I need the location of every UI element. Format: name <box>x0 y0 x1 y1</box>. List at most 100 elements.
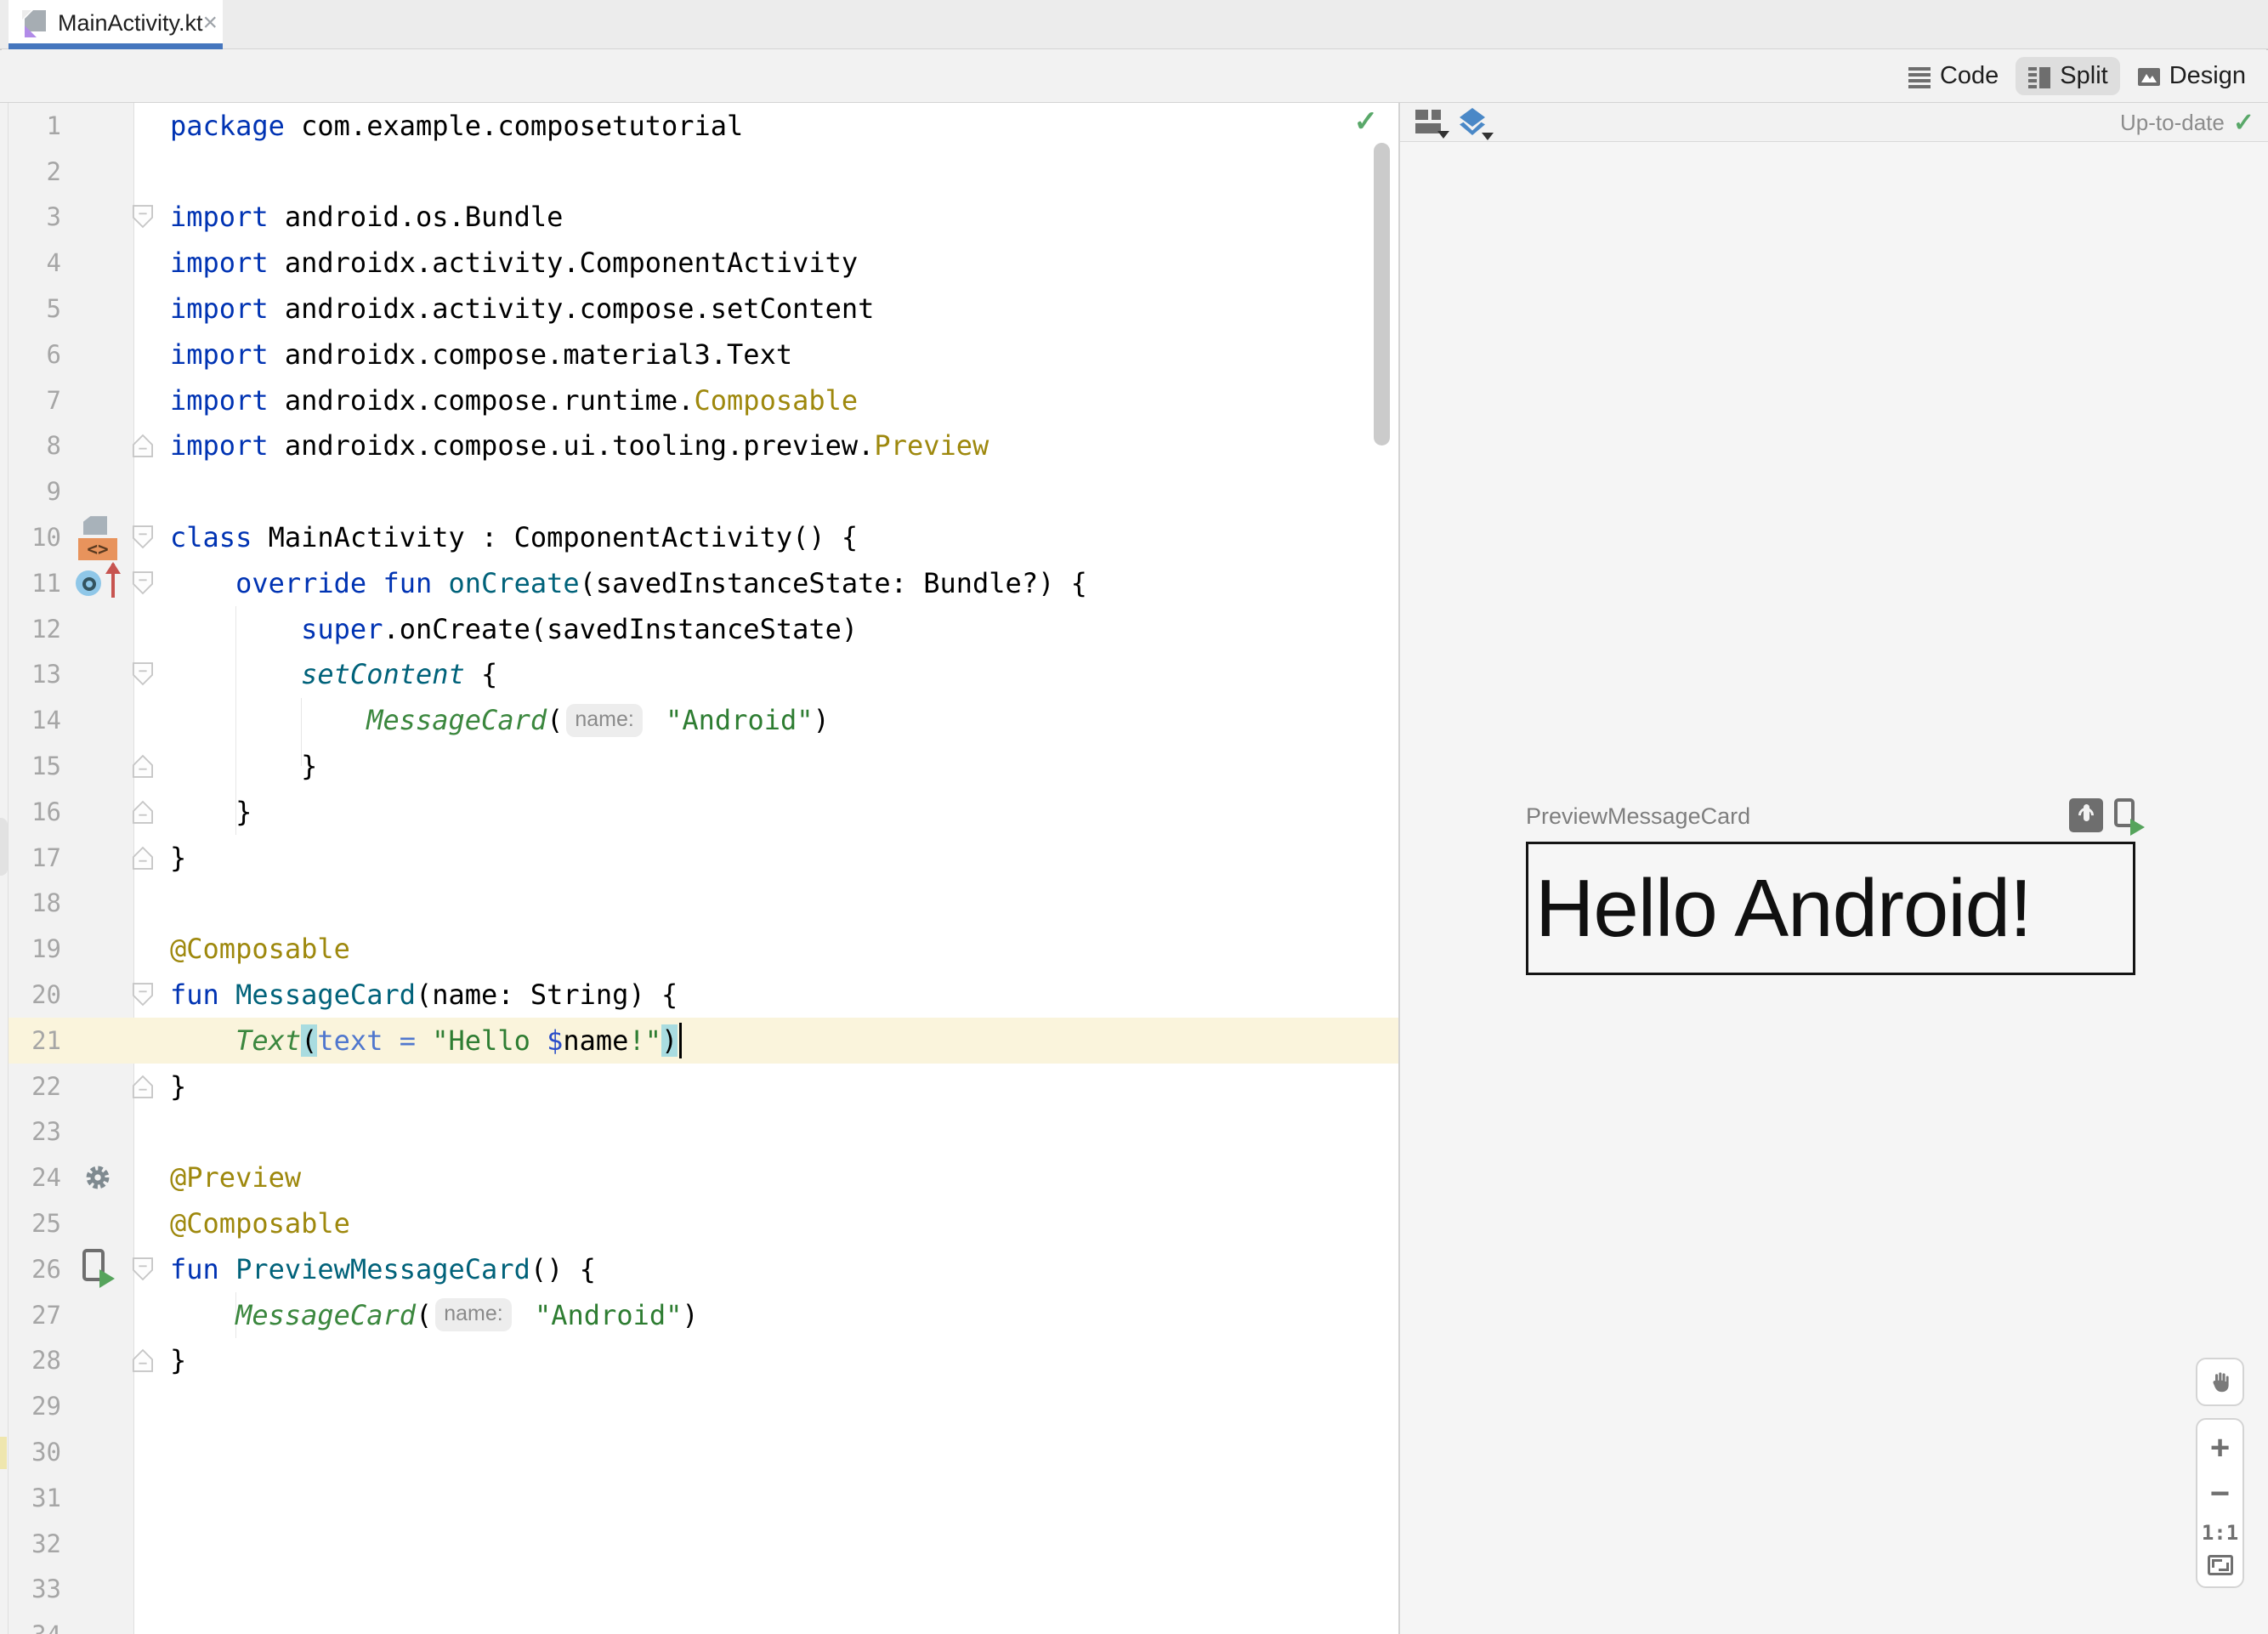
line-number[interactable]: 6 <box>9 340 61 369</box>
line-number[interactable]: 25 <box>9 1209 61 1238</box>
code-line[interactable]: 14 MessageCard(name: "Android") <box>9 697 1398 743</box>
code-line[interactable]: 2 <box>9 149 1398 195</box>
code-line[interactable]: 31 <box>9 1475 1398 1521</box>
code-line[interactable]: 5 import androidx.activity.compose.setCon… <box>9 286 1398 332</box>
fold-marker[interactable] <box>128 835 158 881</box>
code-line[interactable]: 3 import android.os.Bundle <box>9 195 1398 241</box>
line-number[interactable]: 4 <box>9 248 61 277</box>
code-line[interactable]: 23 <box>9 1109 1398 1155</box>
zoom-to-fit-button[interactable] <box>2207 1555 2233 1575</box>
inspections-ok-icon[interactable]: ✓ <box>1354 105 1379 139</box>
overrides-method-icon[interactable] <box>76 561 121 603</box>
fold-region-end-icon[interactable] <box>133 434 153 458</box>
code-line[interactable]: 28} <box>9 1338 1398 1384</box>
line-number[interactable]: 10 <box>9 523 61 552</box>
line-number[interactable]: 18 <box>9 888 61 917</box>
code-line[interactable]: 33 <box>9 1567 1398 1613</box>
line-number[interactable]: 20 <box>9 980 61 1009</box>
fold-marker[interactable] <box>128 195 158 241</box>
fold-marker[interactable] <box>128 560 158 606</box>
pan-tool-button[interactable] <box>2196 1358 2244 1406</box>
code-line[interactable]: 4 import androidx.activity.ComponentActiv… <box>9 240 1398 286</box>
code-line[interactable]: 15 } <box>9 743 1398 789</box>
fold-region-start-icon[interactable] <box>133 983 153 1007</box>
fold-marker[interactable] <box>128 514 158 560</box>
code-line[interactable]: 11 override fun onCreate (savedInstanceSt… <box>9 560 1398 606</box>
fold-marker[interactable] <box>128 789 158 835</box>
fold-region-start-icon[interactable] <box>133 571 153 595</box>
close-tab-icon[interactable]: × <box>203 10 218 36</box>
code-line[interactable]: 6 import androidx.compose.material3.Text <box>9 332 1398 377</box>
preview-settings-gear-icon[interactable] <box>83 1163 112 1192</box>
code-line[interactable]: 24 @Preview <box>9 1155 1398 1200</box>
line-number[interactable]: 26 <box>9 1255 61 1284</box>
line-number[interactable]: 24 <box>9 1163 61 1192</box>
fold-region-start-icon[interactable] <box>133 1257 153 1281</box>
code-line[interactable]: 22} <box>9 1064 1398 1109</box>
fold-region-end-icon[interactable] <box>133 754 153 778</box>
code-line[interactable]: 19 @Composable <box>9 926 1398 972</box>
line-number[interactable]: 33 <box>9 1574 61 1603</box>
line-number[interactable]: 1 <box>9 111 61 140</box>
line-number[interactable]: 8 <box>9 431 61 460</box>
preview-composable-name[interactable]: PreviewMessageCard <box>1526 803 1750 830</box>
code-editor[interactable]: 1 package com.example.composetutorial 2 3 im… <box>9 103 1398 1634</box>
line-number[interactable]: 16 <box>9 797 61 826</box>
zoom-in-button[interactable]: + <box>2210 1431 2230 1465</box>
code-line[interactable]: 18 <box>9 881 1398 927</box>
kotlin-class-icon[interactable]: <> <box>78 516 117 561</box>
code-line[interactable]: 20 fun MessageCard (name: String) { <box>9 972 1398 1018</box>
fold-marker[interactable] <box>128 972 158 1018</box>
fold-region-start-icon[interactable] <box>133 662 153 686</box>
line-number[interactable]: 11 <box>9 569 61 598</box>
line-number[interactable]: 3 <box>9 202 61 231</box>
code-line[interactable]: 16 } <box>9 789 1398 835</box>
code-line[interactable]: 10 <> class MainActivity : ComponentActivi… <box>9 514 1398 561</box>
line-number[interactable]: 5 <box>9 294 61 323</box>
line-number[interactable]: 15 <box>9 752 61 780</box>
line-number[interactable]: 28 <box>9 1346 61 1375</box>
preview-layout-options-icon[interactable] <box>1415 108 1449 139</box>
preview-render-frame[interactable]: Hello Android! <box>1526 842 2135 975</box>
fold-marker[interactable] <box>128 423 158 469</box>
line-number[interactable]: 34 <box>9 1620 61 1634</box>
fold-region-end-icon[interactable] <box>133 800 153 824</box>
split-view-button[interactable]: Split <box>2016 57 2120 95</box>
code-line[interactable]: 34 <box>9 1612 1398 1634</box>
interactive-preview-icon[interactable] <box>2069 798 2103 832</box>
code-view-button[interactable]: Code <box>1896 57 2010 95</box>
code-line[interactable]: 25 @Composable <box>9 1200 1398 1246</box>
line-number[interactable]: 22 <box>9 1072 61 1101</box>
code-line[interactable]: 21 Text(text = "Hello $ name !") <box>9 1017 1398 1064</box>
line-number[interactable]: 7 <box>9 386 61 415</box>
line-number[interactable]: 9 <box>9 477 61 506</box>
fold-marker[interactable] <box>128 1246 158 1292</box>
code-line[interactable]: 1 package com.example.composetutorial <box>9 103 1398 149</box>
line-number[interactable]: 31 <box>9 1484 61 1512</box>
code-line[interactable]: 7 import androidx.compose.runtime. Composa… <box>9 377 1398 423</box>
fold-marker[interactable] <box>128 743 158 789</box>
design-view-button[interactable]: Design <box>2125 57 2258 95</box>
line-number[interactable]: 27 <box>9 1301 61 1330</box>
zoom-out-button[interactable]: − <box>2210 1477 2230 1511</box>
line-number[interactable]: 32 <box>9 1529 61 1558</box>
line-number[interactable]: 21 <box>9 1026 61 1055</box>
fold-region-end-icon[interactable] <box>133 846 153 870</box>
line-number[interactable]: 29 <box>9 1392 61 1421</box>
line-number[interactable]: 23 <box>9 1117 61 1146</box>
line-number[interactable]: 17 <box>9 843 61 872</box>
fold-marker[interactable] <box>128 1338 158 1384</box>
fold-region-end-icon[interactable] <box>133 1075 153 1098</box>
run-preview-on-device-icon[interactable] <box>2112 798 2145 836</box>
line-number[interactable]: 2 <box>9 157 61 186</box>
fold-marker[interactable] <box>128 652 158 698</box>
line-number[interactable]: 30 <box>9 1438 61 1467</box>
fold-region-start-icon[interactable] <box>133 525 153 549</box>
line-number[interactable]: 13 <box>9 660 61 689</box>
preview-layers-icon[interactable] <box>1458 108 1494 140</box>
code-line[interactable]: 26 fun PreviewMessageCard() { <box>9 1246 1398 1292</box>
zoom-actual-size-button[interactable]: 1:1 <box>2202 1523 2238 1543</box>
code-line[interactable]: 9 <box>9 468 1398 514</box>
code-line[interactable]: 17} <box>9 835 1398 881</box>
line-number[interactable]: 12 <box>9 615 61 644</box>
